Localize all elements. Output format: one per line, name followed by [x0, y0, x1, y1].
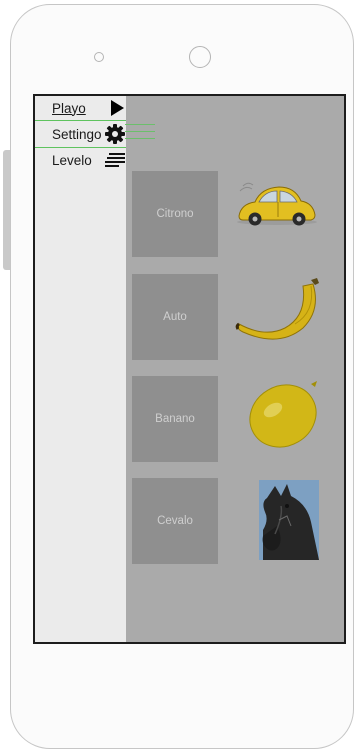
app-screen: Citrono Auto Banano Cevalo Playo Setting…	[33, 94, 346, 644]
banana-icon[interactable]	[235, 276, 323, 346]
word-card-banano[interactable]: Banano	[132, 376, 218, 462]
menu-item-settingo[interactable]: Settingo	[35, 121, 126, 148]
car-icon[interactable]	[235, 178, 319, 236]
menu-icon	[105, 153, 125, 167]
menu-item-playo[interactable]: Playo	[35, 96, 126, 121]
menu-item-label: Playo	[52, 100, 86, 116]
menu-item-label: Levelo	[52, 152, 92, 168]
lemon-icon[interactable]	[245, 376, 325, 452]
proximity-sensor	[94, 52, 104, 62]
word-card-label: Banano	[155, 413, 195, 425]
menu-item-levelo[interactable]: Levelo	[35, 148, 126, 172]
word-card-label: Cevalo	[157, 515, 193, 527]
word-card-auto[interactable]: Auto	[132, 274, 218, 360]
navigation-drawer: Playo Settingo Levelo	[35, 96, 126, 642]
menu-item-label: Settingo	[52, 126, 102, 142]
word-card-label: Auto	[163, 311, 187, 323]
gear-icon	[105, 124, 125, 144]
horse-icon[interactable]	[259, 480, 319, 560]
word-card-citrono[interactable]: Citrono	[132, 171, 218, 257]
front-camera	[189, 46, 211, 68]
play-icon	[111, 100, 124, 116]
word-card-cevalo[interactable]: Cevalo	[132, 478, 218, 564]
drawer-edge-lines	[125, 124, 155, 146]
game-board: Citrono Auto Banano Cevalo	[125, 96, 344, 642]
word-card-label: Citrono	[156, 208, 194, 220]
